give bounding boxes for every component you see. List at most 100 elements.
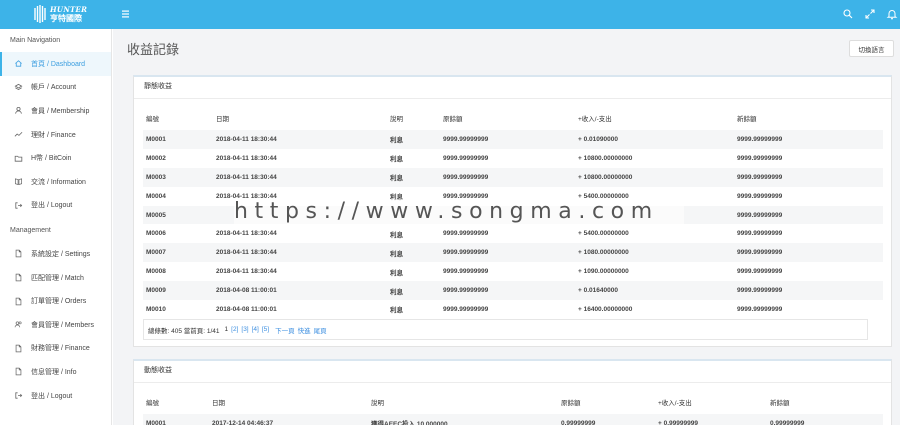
table-cell: 0.99999999 bbox=[767, 414, 883, 425]
table-cell: + 10800.00000000 bbox=[578, 154, 633, 162]
table-cell: 2018-04-11 18:30:44 bbox=[213, 167, 387, 187]
file-icon bbox=[13, 249, 23, 259]
table-cell: 9999.99999999 bbox=[440, 281, 575, 301]
column-header: 編號 bbox=[146, 399, 159, 407]
page-link-4[interactable]: [4] bbox=[252, 326, 259, 333]
nav-section-management: Management bbox=[10, 227, 51, 235]
table-cell: M0009 bbox=[143, 281, 213, 301]
dynamic-earnings-table: 編號 日期 說明 原餘額 +收入/-支出 新餘額 M0001 2017-12-14 04:4… bbox=[143, 389, 883, 425]
table-cell: + 0.99999999 bbox=[655, 414, 767, 425]
next-page-link[interactable]: 下一頁 bbox=[275, 325, 295, 335]
sidebar-item-main-3[interactable]: 理財 / Finance bbox=[0, 123, 111, 147]
sidebar-item-label: 財務管理 / Finance bbox=[31, 345, 90, 353]
table-cell bbox=[440, 205, 575, 225]
table-cell: + 1090.00000000 bbox=[578, 268, 629, 276]
table-cell: + 1080.00000000 bbox=[575, 243, 734, 263]
table-row: M0009 2018-04-08 11:00:01 利息 9999.99999999 +… bbox=[143, 281, 883, 301]
sidebar-item-label: H幣 / BitCoin bbox=[31, 155, 72, 163]
table-cell: 9999.99999999 bbox=[737, 230, 783, 238]
sidebar-item-label: 理財 / Finance bbox=[31, 131, 76, 139]
top-bar: HUNTER 亨特國際 bbox=[0, 0, 900, 29]
table-cell: 2018-04-08 11:00:01 bbox=[213, 281, 387, 301]
column-header: 原餘額 bbox=[561, 399, 581, 407]
page-link-2[interactable]: [2] bbox=[231, 326, 238, 333]
switch-language-button[interactable]: 切換語言 bbox=[849, 40, 894, 57]
table-cell: 9999.99999999 bbox=[440, 130, 575, 149]
sidebar-item-main-6[interactable]: 登出 / Logout bbox=[0, 194, 111, 218]
table-cell: + 16400.00000000 bbox=[578, 305, 633, 313]
layers-icon bbox=[13, 82, 23, 92]
sidebar-item-main-0[interactable]: 首頁 / Dashboard bbox=[0, 52, 111, 76]
table-cell: M0006 bbox=[146, 230, 166, 238]
table-cell: M0001 bbox=[143, 130, 213, 149]
sidebar-item-main-1[interactable]: 帳戶 / Account bbox=[0, 76, 111, 100]
table-cell: 9999.99999999 bbox=[443, 192, 489, 200]
table-cell: 9999.99999999 bbox=[737, 192, 783, 200]
table-row: M0003 2018-04-11 18:30:44 利息 9999.99999999 +… bbox=[143, 167, 883, 187]
table-cell: 2018-04-11 18:30:44 bbox=[216, 192, 277, 200]
sidebar-item-main-5[interactable]: 交流 / Information bbox=[0, 170, 111, 194]
sidebar: Main Navigation 首頁 / Dashboard 帳戶 / Accou… bbox=[0, 29, 112, 425]
sidebar-item-mgmt-2[interactable]: 訂單管理 / Orders bbox=[0, 289, 111, 313]
sidebar-item-main-2[interactable]: 會員 / Membership bbox=[0, 99, 111, 123]
table-cell: 2018-04-11 18:30:44 bbox=[213, 243, 387, 263]
sidebar-item-mgmt-3[interactable]: 會員管理 / Members bbox=[0, 313, 111, 337]
table-cell bbox=[213, 205, 387, 225]
brand-name-zh: 亨特國際 bbox=[50, 13, 82, 23]
table-cell: 9999.99999999 bbox=[737, 268, 783, 276]
pagination: 總條數: 405 當前頁: 1/41 1 [2] [3] [4] [5] 下一頁 快進… bbox=[143, 319, 868, 340]
column-header: 日期 bbox=[212, 399, 225, 407]
sidebar-item-label: 帳戶 / Account bbox=[31, 84, 77, 92]
page-title: 收益記錄 bbox=[127, 42, 180, 57]
sidebar-item-mgmt-4[interactable]: 財務管理 / Finance bbox=[0, 337, 111, 361]
table-cell: M0007 bbox=[143, 243, 213, 263]
trend-icon bbox=[13, 130, 23, 140]
page-link-3[interactable]: [3] bbox=[241, 326, 248, 333]
column-header: 日期 bbox=[216, 115, 229, 123]
table-row: M0006 2018-04-11 18:30:44 利息 9999.99999999 +… bbox=[143, 224, 883, 243]
static-earnings-panel: 靜態收益 編號 日期 說明 原餘額 +收入/-支出 新餘額 M0001 2018-04-11… bbox=[133, 75, 892, 347]
column-header: +收入/-支出 bbox=[578, 115, 612, 123]
sidebar-item-label: 首頁 / Dashboard bbox=[31, 60, 86, 68]
table-cell: 9999.99999999 bbox=[734, 205, 883, 225]
sidebar-item-label: 交流 / Information bbox=[31, 178, 86, 186]
sidebar-item-label: 會員管理 / Members bbox=[31, 321, 95, 329]
fullscreen-icon[interactable] bbox=[864, 8, 876, 20]
people-icon bbox=[13, 320, 23, 330]
table-cell: 2018-04-11 18:30:44 bbox=[213, 130, 387, 149]
brand-logo[interactable]: HUNTER 亨特國際 bbox=[0, 0, 110, 29]
search-icon[interactable] bbox=[842, 8, 854, 20]
sidebar-item-mgmt-5[interactable]: 信息管理 / Info bbox=[0, 360, 111, 384]
table-cell bbox=[575, 205, 734, 225]
menu-toggle-icon[interactable] bbox=[121, 8, 133, 20]
table-row: M0001 2017-12-14 04:46:37 獲得AEEC投入 10.0000… bbox=[143, 414, 883, 425]
table-cell: 9999.99999999 bbox=[734, 243, 883, 263]
column-header: 新餘額 bbox=[770, 399, 790, 407]
table-cell: 利息 bbox=[387, 243, 440, 263]
fast-forward-link[interactable]: 快進 bbox=[298, 325, 311, 335]
dynamic-panel-title: 動態收益 bbox=[134, 361, 891, 383]
last-page-link[interactable]: 尾頁 bbox=[314, 325, 327, 335]
table-row: M0008 2018-04-11 18:30:44 利息 9999.99999999 +… bbox=[143, 262, 883, 281]
sidebar-item-mgmt-6[interactable]: 登出 / Logout bbox=[0, 384, 111, 408]
table-row: M0005 9999.99999999 bbox=[143, 205, 883, 225]
page-link-5[interactable]: [5] bbox=[262, 326, 269, 333]
bell-icon[interactable] bbox=[886, 8, 898, 20]
table-cell: 利息 bbox=[387, 130, 440, 149]
sidebar-item-mgmt-0[interactable]: 系統設定 / Settings bbox=[0, 242, 111, 266]
sidebar-item-mgmt-1[interactable]: 匹配管理 / Match bbox=[0, 266, 111, 290]
table-cell: M0005 bbox=[143, 205, 213, 225]
user-icon bbox=[13, 106, 23, 116]
column-header: 原餘額 bbox=[443, 115, 463, 123]
table-cell: 利息 bbox=[387, 281, 440, 301]
home-icon bbox=[13, 59, 23, 69]
table-cell: 9999.99999999 bbox=[734, 281, 883, 301]
nav-section-main: Main Navigation bbox=[10, 37, 61, 44]
table-row: M0004 2018-04-11 18:30:44 利息 9999.99999999 +… bbox=[143, 187, 883, 206]
column-header: 編號 bbox=[146, 115, 159, 123]
table-cell: 2018-04-11 18:30:44 bbox=[216, 154, 277, 162]
table-cell: 9999.99999999 bbox=[443, 305, 489, 313]
table-cell: 獲得AEEC投入 10.000000 bbox=[368, 414, 558, 425]
sidebar-item-main-4[interactable]: H幣 / BitCoin bbox=[0, 146, 111, 170]
table-cell: M0001 bbox=[143, 414, 209, 425]
